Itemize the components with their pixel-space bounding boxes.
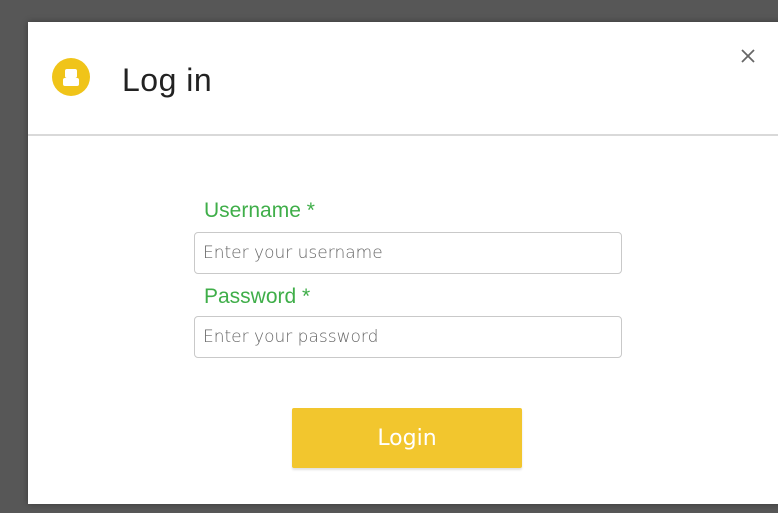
user-icon [52, 58, 90, 96]
close-icon [741, 49, 755, 63]
login-dialog: Log in Username * Password * Login [28, 22, 778, 504]
modal-title: Log in [122, 62, 213, 98]
modal-header: Log in [28, 22, 778, 136]
close-button[interactable] [734, 42, 762, 70]
password-input[interactable] [194, 316, 622, 358]
login-button[interactable]: Login [292, 408, 522, 468]
username-label: Username * [204, 199, 315, 222]
password-label: Password * [204, 285, 311, 308]
username-input[interactable] [194, 232, 622, 274]
